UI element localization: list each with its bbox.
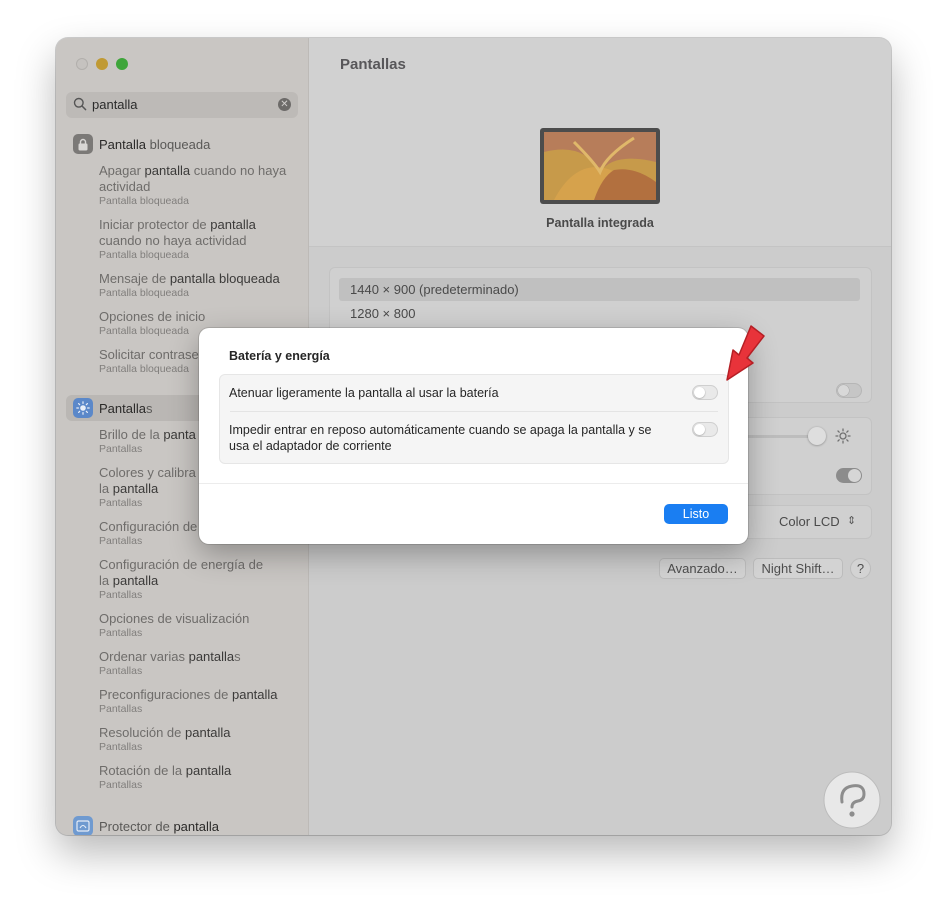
page-title: Pantallas [340,56,406,73]
search-result[interactable]: Ordenar varias pantallas Pantallas [99,649,299,678]
result-text: Iniciar protector de [99,217,211,232]
resolution-toggle[interactable] [836,383,862,398]
sidebar-item-label-bold: pantalla [173,818,219,834]
display-name: Pantalla integrada [546,216,654,230]
red-arrow-annotation [726,325,765,381]
sidebar-item-label: bloqueada [145,136,211,152]
result-match: pantalla [231,687,278,702]
help-button[interactable]: ? [850,558,871,579]
night-shift-button[interactable]: Night Shift… [753,558,843,579]
search-input[interactable]: pantalla [92,97,138,112]
close-button[interactable] [76,58,88,70]
done-button[interactable]: Listo [664,504,728,524]
screensaver-icon [73,816,93,835]
sidebar-item-label-bold: Pantalla [99,136,146,152]
brightness-sun-icon [835,428,851,444]
result-text: Configuración de [99,519,198,534]
result-category: Pantallas [99,703,143,715]
minimize-button[interactable] [96,58,108,70]
sidebar-item-label: Protector de [99,818,174,834]
result-match: panta [163,427,196,442]
search-result[interactable]: Configuración de energía de la pantalla P… [99,557,299,602]
dim-on-battery-toggle[interactable] [692,385,718,400]
result-category: Pantalla bloqueada [99,195,189,207]
search-result[interactable]: Resolución de pantalla Pantallas [99,725,299,754]
result-text: Opciones de inicio [99,309,206,324]
search-field[interactable]: pantalla ✕ [66,92,298,118]
sun-icon [73,398,93,418]
result-category: Pantalla bloqueada [99,249,189,261]
search-result[interactable]: Rotación de la pantalla Pantallas [99,763,299,792]
option-dim-on-battery-label: Atenuar ligeramente la pantalla al usar … [229,386,499,400]
auto-brightness-toggle[interactable] [836,468,862,483]
result-text: cuando no haya actividad [99,233,247,248]
monitor-icon[interactable] [540,128,660,204]
sidebar-item-label-bold: Pantalla [99,400,146,416]
result-match: pantalla [210,217,256,232]
options-group: Atenuar ligeramente la pantalla al usar … [219,374,729,464]
search-result[interactable]: Iniciar protector de pantalla cuando no … [99,217,299,262]
result-text: Opciones de visualización [99,611,250,626]
result-text: Apagar [99,163,145,178]
result-category: Pantallas [99,741,143,753]
result-category: Pantallas [99,589,143,601]
result-match: pantalla [185,763,232,778]
clear-search-icon[interactable]: ✕ [278,98,291,111]
result-match: pantalla [188,649,235,664]
sidebar-item-label: s [145,400,153,416]
result-match: pantalla [112,481,159,496]
result-category: Pantalla bloqueada [99,287,189,299]
result-match: pantalla [112,573,159,588]
battery-energy-dialog: Batería y energía Atenuar ligeramente la… [199,328,748,544]
resolution-option-selected[interactable]: 1440 × 900 (predeterminado) [339,278,860,301]
options-divider [230,411,718,412]
search-result[interactable]: Opciones de visualización Pantallas [99,611,299,640]
result-text: Colores y calibra [99,465,196,480]
brightness-slider-thumb[interactable] [808,427,826,445]
result-text: Solicitar contrase [99,347,199,362]
search-result[interactable]: Apagar pantalla cuando no haya actividad… [99,163,299,208]
result-text: Ordenar varias [99,649,189,664]
color-profile-select[interactable]: Color LCD [779,514,840,529]
sidebar-item-lock-screen[interactable]: Pantalla bloqueada [56,134,308,154]
watermark-logo [823,771,881,829]
sidebar-item-screensaver[interactable]: Protector de pantalla [56,816,308,835]
result-category: Pantallas [99,779,143,791]
result-category: Pantallas [99,665,143,677]
dialog-divider [199,483,748,484]
result-text: Mensaje de [99,271,170,286]
search-result[interactable]: Preconfiguraciones de pantalla Pantallas [99,687,299,716]
advanced-button[interactable]: Avanzado… [659,558,746,579]
search-result[interactable]: Mensaje de pantalla bloqueada Pantalla b… [99,271,299,300]
result-text: Rotación de la [99,763,186,778]
result-text: Brillo de la [99,427,164,442]
result-text: s [234,649,241,664]
maximize-button[interactable] [116,58,128,70]
result-match: pantalla [144,163,191,178]
result-match: pantalla [185,725,231,740]
resolution-label: 1280 × 800 [350,306,416,321]
search-icon [73,97,87,111]
result-category: Pantallas [99,627,143,639]
result-text: Resolución de [99,725,185,740]
window-controls [76,58,128,70]
prevent-sleep-toggle[interactable] [692,422,718,437]
lock-icon [73,134,93,154]
result-text: Preconfiguraciones de [99,687,232,702]
option-prevent-sleep-label: Impedir entrar en reposo automáticamente… [229,423,652,453]
resolution-option[interactable]: 1280 × 800 [339,302,860,325]
dialog-title: Batería y energía [229,349,330,363]
resolution-label: 1440 × 900 (predeterminado) [350,282,519,297]
chevron-updown-icon: ⇕ [847,515,857,527]
result-text: la [99,573,113,588]
result-text: Configuración de energía de [99,557,264,572]
result-text: la [99,481,113,496]
result-match: pantalla bloqueada [169,271,280,286]
